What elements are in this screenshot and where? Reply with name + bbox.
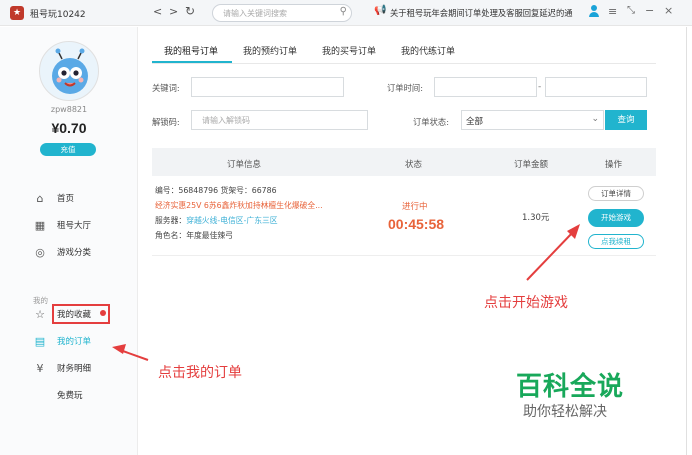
role-value: 年度最佳辣弓 <box>186 231 233 240</box>
end-date-input[interactable] <box>546 78 646 96</box>
header-actions: 操作 <box>605 160 623 170</box>
order-status-label: 订单状态: <box>413 117 449 127</box>
chevron-down-icon: ⌄ <box>591 114 599 124</box>
active-tab-indicator <box>152 61 232 63</box>
table-header: 订单信息 状态 订单金额 操作 <box>152 148 656 176</box>
refresh-icon[interactable]: ↻ <box>185 4 195 18</box>
tabs-divider <box>152 63 656 64</box>
renew-button[interactable]: 点我续租 <box>588 234 644 249</box>
end-date-field[interactable] <box>545 77 647 97</box>
notification-dot <box>100 310 106 316</box>
server-value: 穿越火线-电信区-广东三区 <box>186 216 278 225</box>
shop-icon: ▦ <box>34 219 46 232</box>
watermark-title: 百科全说 <box>516 372 625 402</box>
star-icon: ☆ <box>35 308 45 321</box>
minimize-icon[interactable]: − <box>645 4 654 17</box>
search-icon[interactable]: ⚲ <box>340 6 347 17</box>
shrink-icon[interactable]: ⤡ <box>627 5 635 16</box>
sidebar-item-home[interactable]: 首页 <box>57 192 147 206</box>
sidebar-item-my-orders[interactable]: 我的订单 <box>57 335 147 349</box>
annotation-click-orders: 点击我的订单 <box>158 365 242 381</box>
money-icon: ¥ <box>36 362 44 375</box>
app-logo-icon: ★ <box>10 6 24 20</box>
table-row: 编号：56848796 货架号：66786 经济实惠25V 6苏6鑫炸秋加持林檀… <box>152 176 656 256</box>
annotation-click-start: 点击开始游戏 <box>484 295 568 311</box>
countdown-timer: 00:45:58 <box>388 216 445 232</box>
order-amount: 1.30元 <box>522 213 550 223</box>
keyword-input[interactable] <box>192 78 343 96</box>
server-info: 服务器：穿越火线-电信区-广东三区 <box>155 215 278 226</box>
menu-icon[interactable]: ≡ <box>608 5 617 18</box>
role-info: 角色名：年度最佳辣弓 <box>155 230 233 241</box>
order-detail-button[interactable]: 订单详情 <box>588 186 644 201</box>
sidebar-item-finance[interactable]: 财务明细 <box>57 362 147 376</box>
watermark-subtitle: 助你轻松解决 <box>523 404 607 420</box>
gamepad-icon: ◎ <box>35 246 45 259</box>
search-input[interactable] <box>223 7 328 20</box>
keyword-field[interactable] <box>191 77 344 97</box>
keyword-label: 关键词: <box>152 83 180 93</box>
status-badge: 进行中 <box>402 202 428 212</box>
tab-rent-orders[interactable]: 我的租号订单 <box>164 44 218 57</box>
close-icon[interactable]: × <box>664 4 673 17</box>
start-game-button[interactable]: 开始游戏 <box>588 209 644 227</box>
query-button[interactable]: 查询 <box>605 110 647 130</box>
unlock-code-field[interactable] <box>191 110 368 130</box>
order-time-label: 订单时间: <box>387 83 423 93</box>
order-title[interactable]: 经济实惠25V 6苏6鑫炸秋加持林檀生化爆破全... <box>155 200 335 211</box>
order-icon: ▤ <box>34 335 46 348</box>
start-date-input[interactable] <box>435 78 536 96</box>
app-title: 租号玩10242 <box>30 10 86 20</box>
sidebar-item-free-play[interactable]: 免费玩 <box>57 389 147 403</box>
date-separator: - <box>538 82 542 92</box>
avatar[interactable] <box>39 41 99 101</box>
notice-text[interactable]: 关于租号玩年会期间订单处理及客服回复延迟的通 <box>390 7 576 19</box>
username: zpw8821 <box>50 105 88 114</box>
tab-reserve-orders[interactable]: 我的预约订单 <box>243 44 297 57</box>
order-status-value: 全部 <box>466 117 484 127</box>
recharge-button[interactable]: 充值 <box>40 143 96 156</box>
role-label: 角色名： <box>155 231 187 240</box>
sidebar-item-game-categories[interactable]: 游戏分类 <box>57 246 147 260</box>
unlock-code-input[interactable] <box>192 111 367 129</box>
order-number: 编号：56848796 货架号：66786 <box>155 186 277 195</box>
unlock-code-label: 解锁码: <box>152 117 180 127</box>
mascot-avatar-icon <box>52 48 88 94</box>
tab-boost-orders[interactable]: 我的代练订单 <box>401 44 455 57</box>
search-box[interactable]: ⚲ <box>212 4 352 22</box>
sidebar: zpw8821 ¥0.70 充值 ⌂ 首页 ▦ 租号大厅 ◎ 游戏分类 我的 ☆… <box>0 27 138 455</box>
start-date-field[interactable] <box>434 77 537 97</box>
order-status-select[interactable]: 全部 ⌄ <box>461 110 604 130</box>
title-bar: ★ 租号玩10242 < > ↻ ⚲ 📢 关于租号玩年会期间订单处理及客服回复延… <box>0 0 692 26</box>
header-amount: 订单金额 <box>514 160 549 170</box>
section-mine-label: 我的 <box>33 296 48 305</box>
window-edge <box>686 27 687 455</box>
sidebar-item-rent-hall[interactable]: 租号大厅 <box>57 219 147 233</box>
forward-icon[interactable]: > <box>169 5 178 18</box>
header-status: 状态 <box>405 160 423 170</box>
balance: ¥0.70 <box>51 120 87 136</box>
header-order-info: 订单信息 <box>227 160 262 170</box>
tab-buy-orders[interactable]: 我的买号订单 <box>322 44 376 57</box>
megaphone-icon: 📢 <box>374 5 387 16</box>
server-label: 服务器： <box>155 216 187 225</box>
home-icon: ⌂ <box>36 192 44 205</box>
back-icon[interactable]: < <box>153 5 162 18</box>
user-icon[interactable] <box>588 4 600 18</box>
